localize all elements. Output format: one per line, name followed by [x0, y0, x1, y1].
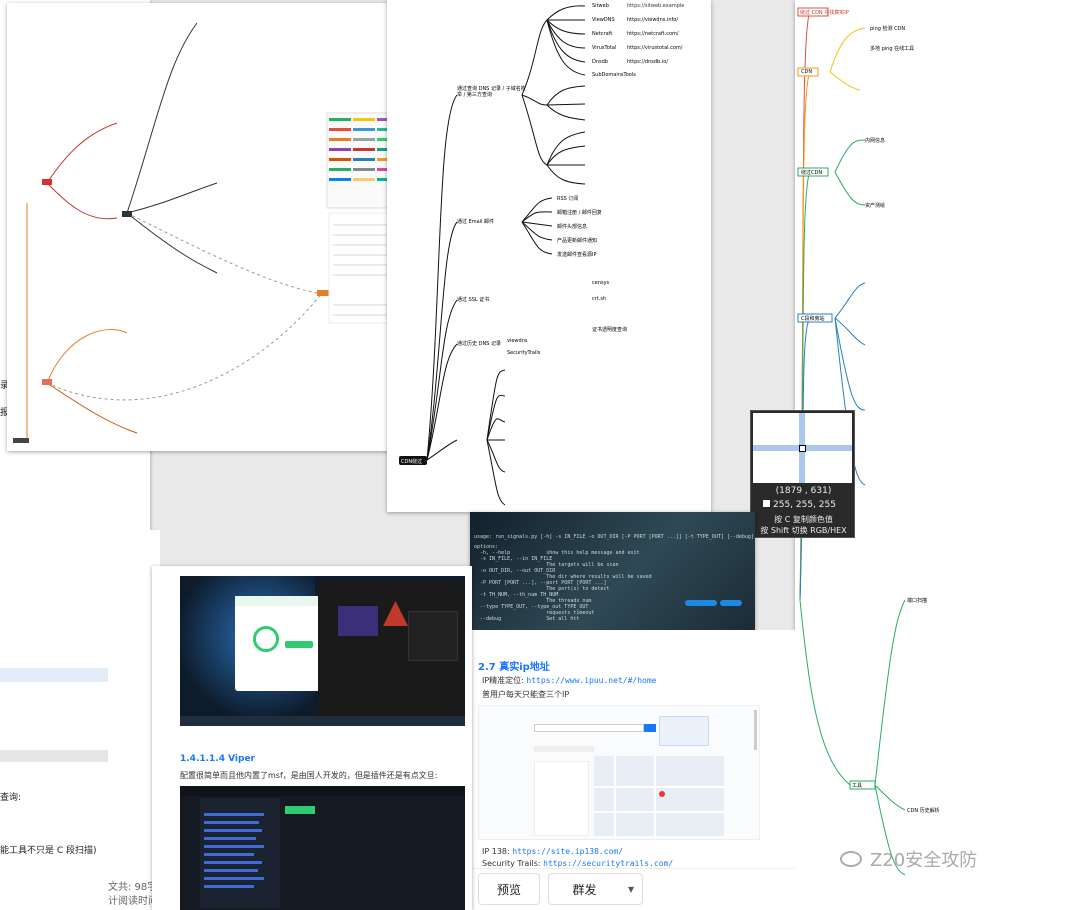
mm-right-node: 资产测绘	[865, 203, 886, 209]
side-fragment: 能工具不只是 C 段扫描)	[0, 846, 97, 856]
mm-item: viewdns	[507, 338, 528, 344]
status-badge	[685, 600, 717, 606]
mm-right-node: ping 检测 CDN	[870, 26, 906, 32]
mm-item: https://netcraft.com/	[627, 31, 679, 37]
watermark: Z20安全攻防	[840, 846, 977, 872]
viper-panel: 1.4.1.1.4 Viper 配置很简单而且他内置了msf，是由国人开发的，但…	[152, 566, 472, 910]
mm-item: 证书透明度查询	[592, 327, 628, 333]
mm-item: 发送邮件查看源IP	[557, 252, 597, 258]
preview-button[interactable]: 预览	[478, 873, 540, 905]
status-badge	[720, 600, 742, 606]
sidebar-highlight	[0, 750, 108, 762]
mm-item: https://virustotal.com/	[627, 45, 683, 51]
mm-item: Sitweb	[592, 3, 609, 9]
chevron-down-icon[interactable]: ▾	[628, 882, 634, 896]
mm-item: Dnsdb	[592, 59, 608, 65]
article-panel: 2.7 真实ip地址 IP精准定位: https://www.ipuu.net/…	[470, 630, 795, 910]
branch-label: 通过 SSL 证书	[457, 297, 490, 303]
branch-label: 通过 Email 邮件	[457, 219, 495, 225]
ip-note: 普用户每天只能查三个IP	[482, 690, 570, 699]
mm-item: VirusTotal	[592, 45, 617, 51]
mm-right-node: 端口扫描	[907, 598, 928, 604]
mm-right-node: CDN 历史解析	[907, 808, 940, 814]
side-fragment: 查询:	[0, 793, 22, 803]
terminal-line: usage: run_signals.py [-h] -s IN_FILE -o…	[474, 534, 754, 540]
map-pin-icon	[659, 791, 665, 797]
mm-right-node: 多地 ping 在线工具	[870, 46, 915, 52]
mm-right-node: 内网信息	[865, 138, 886, 144]
ip-screenshot	[478, 705, 760, 840]
mm-item: ViewDNS	[592, 17, 615, 23]
mm-item: SubDomainsTools	[592, 72, 636, 78]
scrollbar[interactable]	[754, 710, 757, 750]
viper-desc: 配置很简单而且他内置了msf，是由国人开发的，但是插件还是有点文旦:	[180, 771, 438, 780]
mm-item: crt.sh	[592, 296, 607, 302]
branch-label: 通过查询 DNS 记录 / 子域名枚举 / 第三方查询	[457, 86, 526, 98]
publish-label: 群发	[572, 882, 597, 897]
mm-item: 邮箱注册 / 邮件回复	[557, 210, 602, 216]
mindmap-left-panel	[7, 3, 414, 451]
desktop-screenshot	[180, 576, 465, 726]
mm-right-node: C段和旁站	[801, 316, 825, 322]
mm-item: https://viewdns.info/	[627, 17, 679, 23]
mm-right-node: CDN	[801, 69, 813, 75]
ip138-line: IP 138: https://site.ip138.com/	[482, 847, 624, 856]
wechat-icon	[840, 851, 862, 867]
publish-button[interactable]: 群发 ▾	[548, 873, 643, 905]
ip-locate-line: IP精准定位: https://www.ipuu.net/#/home	[482, 676, 657, 685]
mindmap-center-panel: CDN绕过 通过查询 DNS 记录 / 子域名枚举 / 第三方查询 通过 Ema…	[387, 0, 711, 512]
picker-rgb: 255, 255, 255	[763, 500, 836, 510]
swatch-icon	[763, 500, 770, 507]
shield-check-icon	[253, 626, 279, 652]
mm-right-node: 工具	[852, 783, 863, 789]
background-document-lower: 查询: 能工具不只是 C 段扫描) 文共: 98字 计阅读时间	[0, 530, 160, 910]
securitytrails-line: Security Trails: https://securitytrails.…	[482, 859, 674, 868]
mm-item: 产品更新邮件通知	[557, 238, 598, 244]
mm-item: RSS 订阅	[557, 196, 579, 202]
picker-hint: 按 Shift 切换 RGB/HEX	[760, 526, 847, 535]
mindmap-left-drawing	[13, 22, 403, 443]
mm-right-title: 绕过 CDN 寻找真实IP	[800, 10, 849, 16]
picker-hint: 按 C 复制颜色值	[774, 515, 833, 524]
mm-item: censys	[592, 280, 610, 286]
color-picker-overlay: (1879 , 631) 255, 255, 255 按 C 复制颜色值 按 S…	[750, 410, 855, 538]
viper-ui-screenshot	[180, 786, 465, 910]
magnifier-view	[753, 413, 852, 483]
viper-heading: 1.4.1.1.4 Viper	[180, 754, 255, 764]
crosshair-icon	[799, 445, 806, 452]
footer-stat: 计阅读时间	[108, 896, 158, 907]
terminal-panel: usage: run_signals.py [-h] -s IN_FILE -o…	[470, 512, 755, 630]
securitytrails-link[interactable]: https://securitytrails.com/	[543, 859, 673, 868]
mindmap-center-drawing: CDN绕过	[399, 5, 586, 506]
mm-right-node: 绕过CDN	[801, 170, 823, 176]
footer-stat: 文共: 98字	[108, 882, 158, 893]
mm-item: https://sitweb.example	[627, 3, 685, 9]
ipuu-link[interactable]: https://www.ipuu.net/#/home	[526, 676, 656, 685]
section-heading: 2.7 真实ip地址	[478, 662, 550, 673]
terminal-line: --debug Set all htt	[474, 616, 580, 622]
branch-label: 通过历史 DNS 记录	[457, 341, 501, 347]
svg-text:CDN绕过: CDN绕过	[401, 458, 422, 465]
ip138-link[interactable]: https://site.ip138.com/	[512, 847, 623, 856]
mm-item: 邮件头部信息	[557, 224, 588, 230]
mm-item: SecurityTrails	[507, 350, 541, 356]
mm-item: https://dnsdb.io/	[627, 59, 668, 65]
mm-item: Netcraft	[592, 31, 613, 37]
picker-coords: (1879 , 631)	[775, 486, 832, 496]
sidebar-highlight	[0, 668, 108, 682]
